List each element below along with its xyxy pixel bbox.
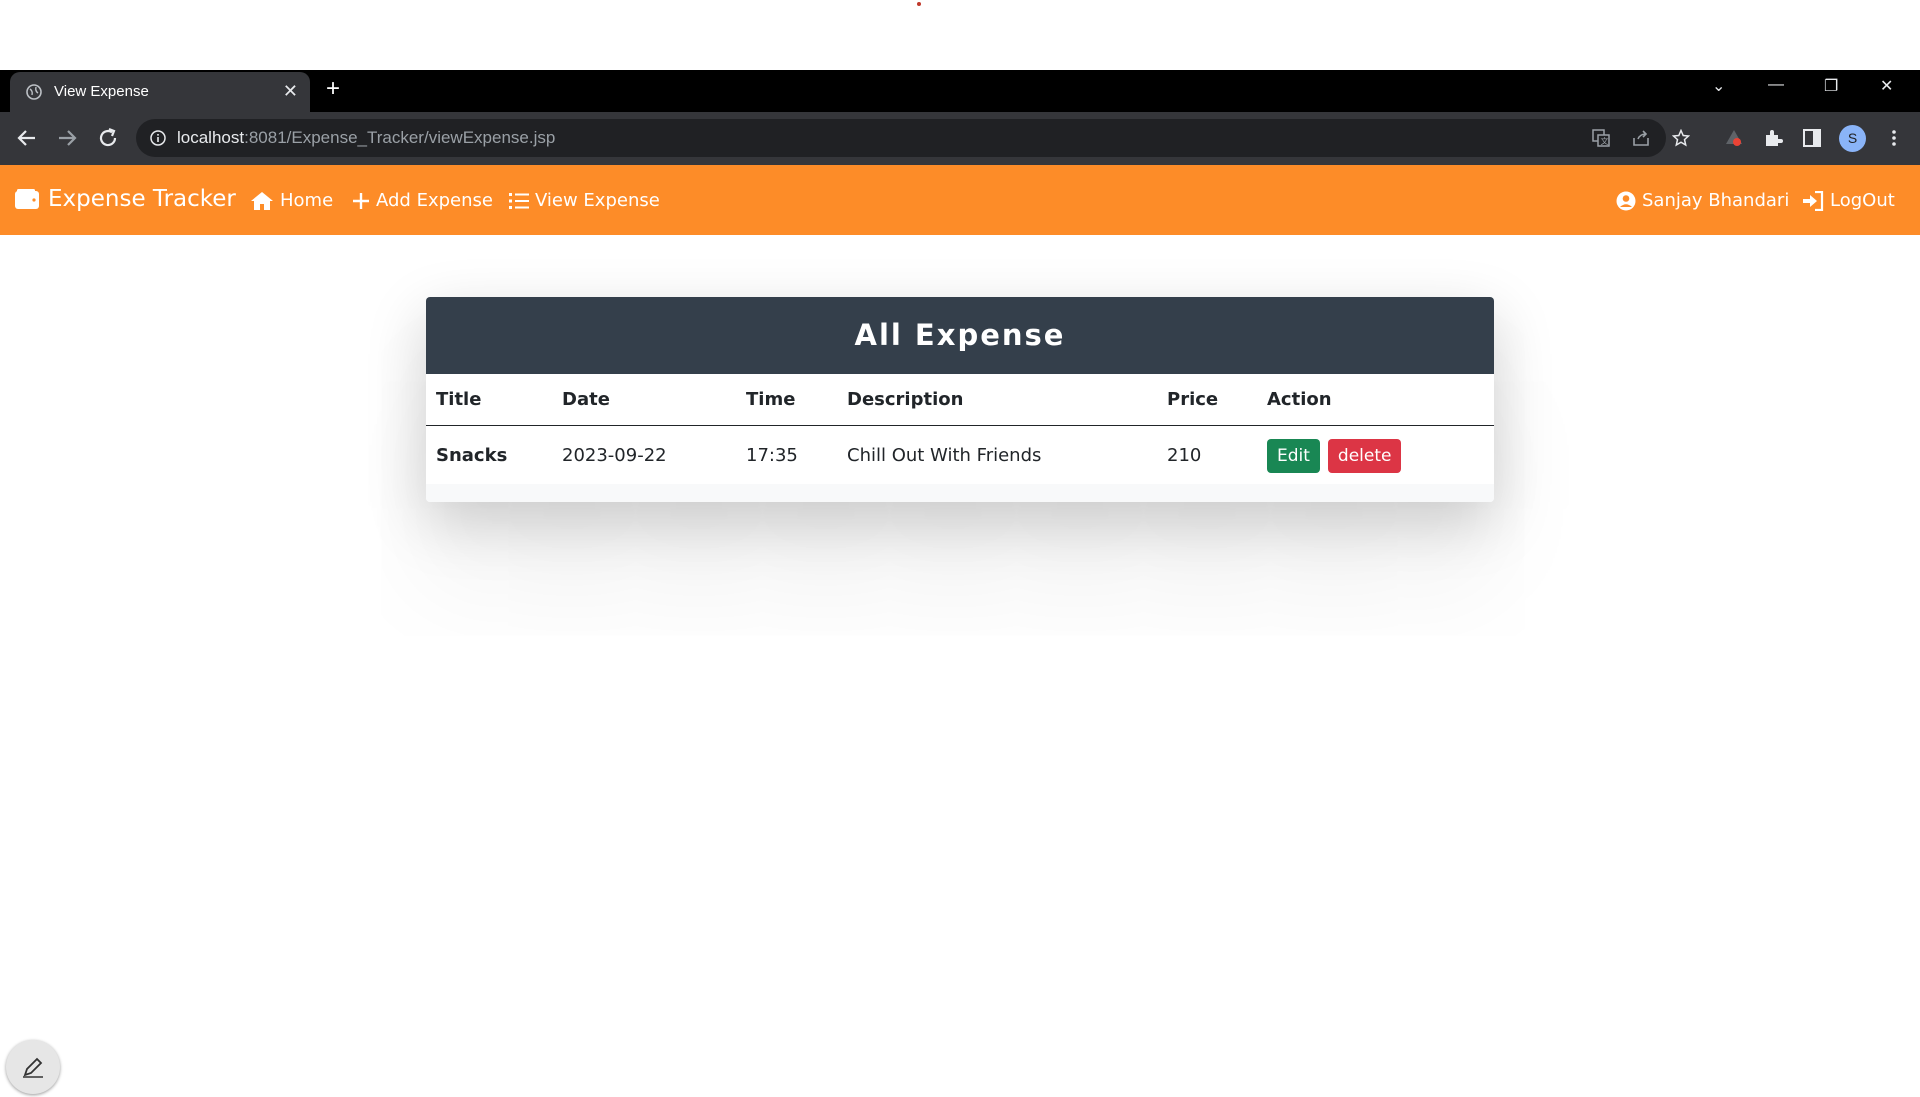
list-icon: [509, 192, 529, 209]
card-footer: [426, 484, 1494, 502]
expense-table: Title Date Time Description Price Action…: [426, 374, 1494, 486]
app-navbar: Expense Tracker Home Add Expense View Ex…: [0, 165, 1920, 235]
tab-close-icon[interactable]: ✕: [283, 81, 298, 102]
cell-price: 210: [1157, 425, 1257, 486]
edit-button[interactable]: Edit: [1267, 438, 1320, 473]
browser-tab[interactable]: View Expense ✕: [10, 72, 310, 112]
expense-card: All Expense Title Date Time Description …: [426, 297, 1494, 502]
card-title: All Expense: [426, 297, 1494, 374]
cell-description: Chill Out With Friends: [837, 425, 1157, 486]
nav-user-link[interactable]: Sanjay Bhandari: [1616, 190, 1789, 211]
nav-add-expense-label: Add Expense: [376, 190, 493, 211]
home-icon: [251, 191, 273, 210]
brand-link[interactable]: Expense Tracker: [14, 186, 236, 212]
forward-icon[interactable]: [55, 126, 79, 150]
floating-pen-button[interactable]: [6, 1040, 60, 1094]
extension-colorful-icon[interactable]: [1723, 127, 1745, 149]
col-title: Title: [426, 374, 552, 426]
kebab-menu-icon[interactable]: [1883, 127, 1905, 149]
nav-logout-link[interactable]: LogOut: [1802, 190, 1895, 211]
url-text: localhost:8081/Expense_Tracker/viewExpen…: [177, 128, 555, 148]
back-icon[interactable]: [15, 126, 39, 150]
table-header-row: Title Date Time Description Price Action: [426, 374, 1494, 426]
col-action: Action: [1257, 374, 1494, 426]
user-circle-icon: [1616, 191, 1636, 210]
address-bar[interactable]: localhost:8081/Expense_Tracker/viewExpen…: [136, 119, 1690, 157]
browser-tab-strip: View Expense ✕: [0, 70, 1920, 112]
tab-search-icon[interactable]: ⌄: [1712, 76, 1725, 96]
brand-name: Expense Tracker: [48, 186, 236, 212]
nav-add-expense-link[interactable]: Add Expense: [352, 190, 493, 211]
table-row: Snacks 2023-09-22 17:35 Chill Out With F…: [426, 425, 1494, 486]
col-description: Description: [837, 374, 1157, 426]
url-host: localhost: [177, 128, 245, 147]
cell-title: Snacks: [426, 425, 552, 486]
url-path: :8081/Expense_Tracker/viewExpense.jsp: [244, 128, 556, 147]
nav-view-expense-link[interactable]: View Expense: [509, 190, 660, 211]
browser-toolbar: localhost:8081/Expense_Tracker/viewExpen…: [0, 112, 1920, 165]
pen-icon: [23, 1057, 43, 1078]
window-close-icon[interactable]: ✕: [1880, 76, 1893, 96]
restore-icon[interactable]: ❐: [1824, 76, 1838, 96]
cell-action: Edit delete: [1257, 425, 1494, 486]
new-tab-button[interactable]: +: [326, 77, 340, 101]
nav-home-label: Home: [280, 190, 334, 211]
plus-icon: [353, 192, 369, 209]
minimize-icon[interactable]: —: [1768, 76, 1784, 94]
svg-text:文: 文: [1601, 136, 1609, 146]
cell-time: 17:35: [736, 425, 837, 486]
profile-avatar[interactable]: S: [1839, 125, 1866, 152]
tab-title: View Expense: [54, 83, 149, 100]
nav-user-label: Sanjay Bhandari: [1642, 190, 1790, 211]
extensions-puzzle-icon[interactable]: [1762, 127, 1784, 149]
cell-date: 2023-09-22: [552, 425, 736, 486]
side-panel-icon[interactable]: [1801, 127, 1823, 149]
translate-icon[interactable]: 文: [1592, 129, 1610, 147]
nav-view-expense-label: View Expense: [535, 190, 660, 211]
reload-icon[interactable]: [96, 126, 120, 150]
wallet-icon: [15, 189, 39, 209]
delete-button[interactable]: delete: [1327, 438, 1402, 473]
nav-home-link[interactable]: Home: [250, 190, 333, 211]
globe-icon: [26, 84, 42, 100]
site-info-icon[interactable]: [150, 130, 166, 146]
col-time: Time: [736, 374, 837, 426]
red-dot-marker: [917, 2, 921, 6]
nav-logout-label: LogOut: [1830, 190, 1895, 211]
share-icon[interactable]: [1632, 129, 1650, 147]
col-price: Price: [1157, 374, 1257, 426]
sign-in-icon: [1803, 190, 1824, 211]
col-date: Date: [552, 374, 736, 426]
bookmark-star-icon[interactable]: [1672, 129, 1690, 147]
